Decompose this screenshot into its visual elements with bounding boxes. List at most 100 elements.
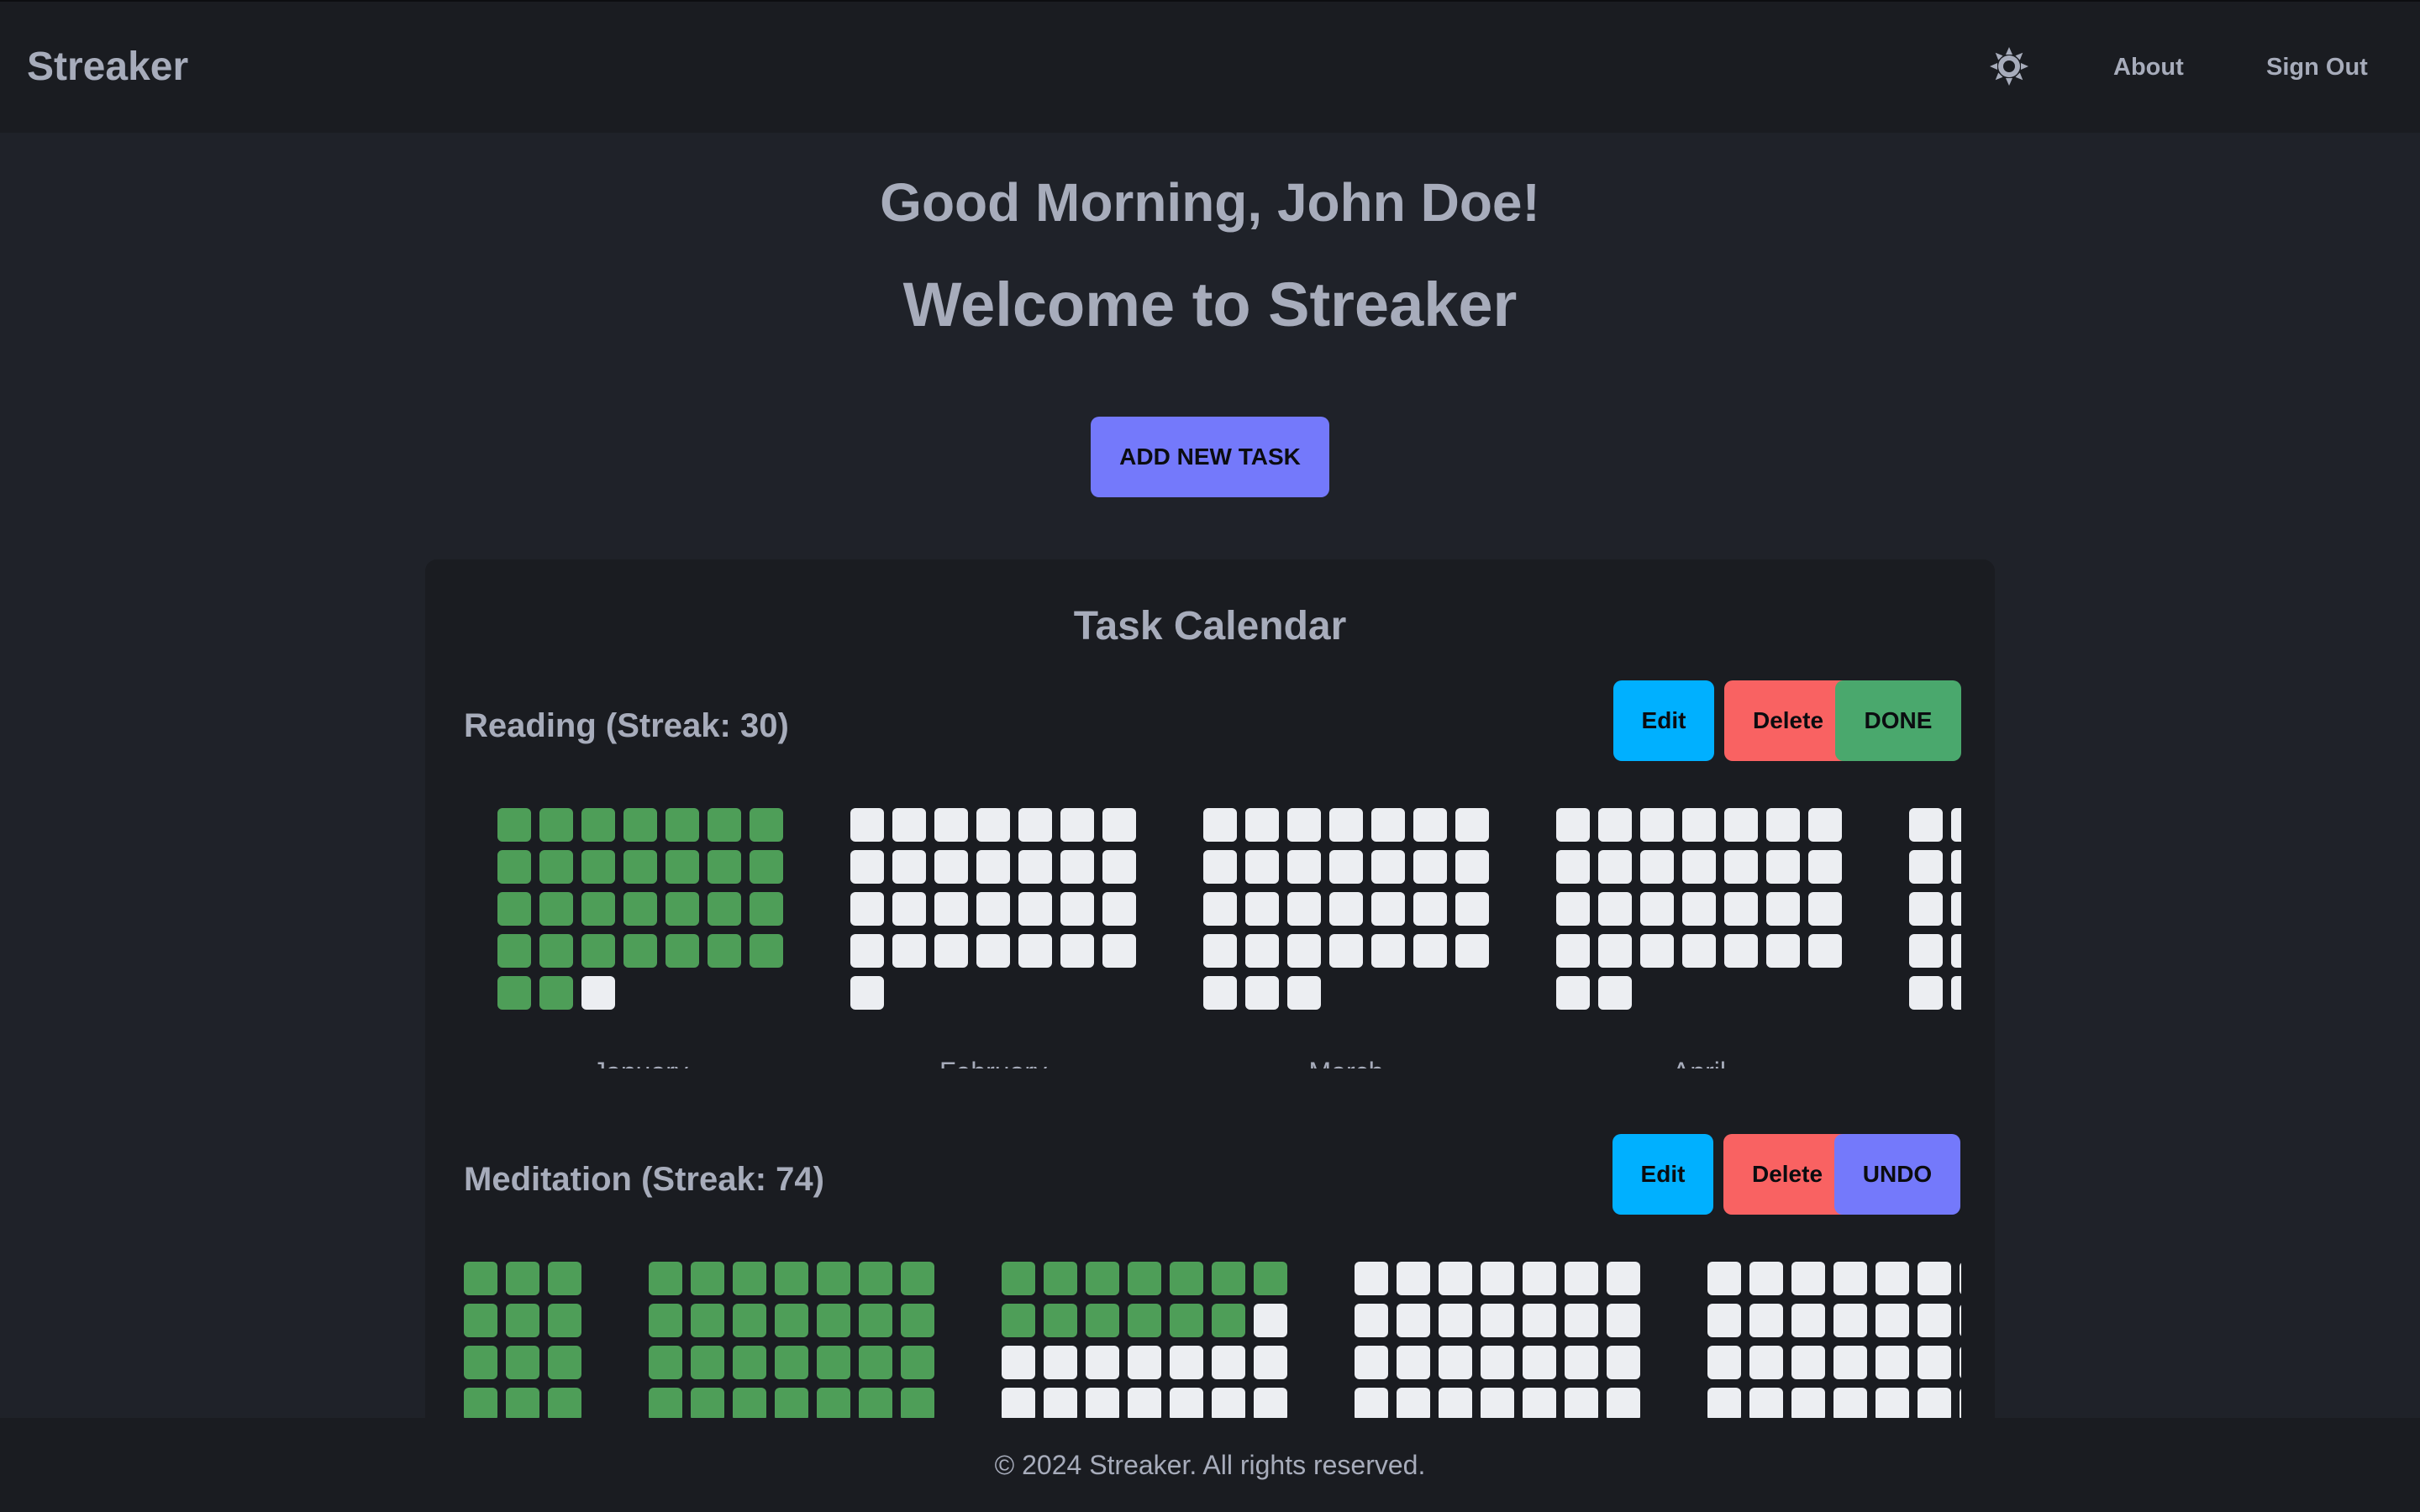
day-cell[interactable] [1413, 892, 1447, 926]
day-cell[interactable] [1909, 934, 1943, 968]
day-cell[interactable] [1791, 1388, 1825, 1421]
day-cell[interactable] [1909, 808, 1943, 842]
day-cell[interactable] [1212, 1388, 1245, 1421]
day-cell[interactable] [1960, 1346, 1961, 1379]
day-cell[interactable] [1329, 934, 1363, 968]
day-cell[interactable] [775, 1388, 808, 1421]
day-cell[interactable] [1791, 1262, 1825, 1295]
day-cell[interactable] [1455, 850, 1489, 884]
day-cell[interactable] [666, 892, 699, 926]
day-cell[interactable] [1607, 1388, 1640, 1421]
day-cell[interactable] [691, 1388, 724, 1421]
day-cell[interactable] [1565, 1346, 1598, 1379]
day-cell[interactable] [581, 850, 615, 884]
day-cell[interactable] [497, 808, 531, 842]
day-cell[interactable] [506, 1346, 539, 1379]
day-cell[interactable] [1128, 1262, 1161, 1295]
day-cell[interactable] [1951, 934, 1961, 968]
day-cell[interactable] [506, 1262, 539, 1295]
day-cell[interactable] [497, 892, 531, 926]
day-cell[interactable] [1060, 934, 1094, 968]
day-cell[interactable] [976, 808, 1010, 842]
day-cell[interactable] [1749, 1346, 1783, 1379]
day-cell[interactable] [623, 808, 657, 842]
day-cell[interactable] [1170, 1262, 1203, 1295]
day-cell[interactable] [1707, 1262, 1741, 1295]
day-cell[interactable] [1808, 934, 1842, 968]
day-cell[interactable] [1245, 976, 1279, 1010]
day-cell[interactable] [934, 850, 968, 884]
day-cell[interactable] [1707, 1388, 1741, 1421]
day-cell[interactable] [775, 1304, 808, 1337]
day-cell[interactable] [850, 850, 884, 884]
day-cell[interactable] [733, 1388, 766, 1421]
day-cell[interactable] [1876, 1304, 1909, 1337]
day-cell[interactable] [1212, 1346, 1245, 1379]
day-cell[interactable] [691, 1304, 724, 1337]
day-cell[interactable] [1960, 1304, 1961, 1337]
day-cell[interactable] [1060, 808, 1094, 842]
day-cell[interactable] [1707, 1346, 1741, 1379]
day-cell[interactable] [1254, 1304, 1287, 1337]
day-cell[interactable] [1833, 1346, 1867, 1379]
day-cell[interactable] [1724, 808, 1758, 842]
day-cell[interactable] [750, 934, 783, 968]
day-cell[interactable] [464, 1388, 497, 1421]
day-cell[interactable] [1128, 1388, 1161, 1421]
day-cell[interactable] [1682, 808, 1716, 842]
day-cell[interactable] [1749, 1262, 1783, 1295]
day-cell[interactable] [1556, 892, 1590, 926]
day-cell[interactable] [506, 1388, 539, 1421]
day-cell[interactable] [901, 1262, 934, 1295]
day-cell[interactable] [1439, 1262, 1472, 1295]
day-cell[interactable] [539, 976, 573, 1010]
day-cell[interactable] [649, 1262, 682, 1295]
day-cell[interactable] [1481, 1388, 1514, 1421]
day-cell[interactable] [901, 1388, 934, 1421]
day-cell[interactable] [1102, 808, 1136, 842]
day-cell[interactable] [1329, 850, 1363, 884]
day-cell[interactable] [1724, 934, 1758, 968]
day-cell[interactable] [1355, 1346, 1388, 1379]
day-cell[interactable] [1565, 1304, 1598, 1337]
day-cell[interactable] [859, 1346, 892, 1379]
day-cell[interactable] [1833, 1304, 1867, 1337]
day-cell[interactable] [1951, 808, 1961, 842]
day-cell[interactable] [1808, 892, 1842, 926]
day-cell[interactable] [1556, 934, 1590, 968]
day-cell[interactable] [1607, 1304, 1640, 1337]
day-cell[interactable] [1909, 850, 1943, 884]
day-cell[interactable] [666, 934, 699, 968]
day-cell[interactable] [750, 808, 783, 842]
day-cell[interactable] [859, 1388, 892, 1421]
day-cell[interactable] [1203, 850, 1237, 884]
day-cell[interactable] [1397, 1262, 1430, 1295]
day-cell[interactable] [1455, 892, 1489, 926]
day-cell[interactable] [750, 850, 783, 884]
day-cell[interactable] [1523, 1304, 1556, 1337]
day-cell[interactable] [934, 934, 968, 968]
day-cell[interactable] [1086, 1388, 1119, 1421]
day-cell[interactable] [539, 850, 573, 884]
day-cell[interactable] [1287, 850, 1321, 884]
day-cell[interactable] [1523, 1262, 1556, 1295]
day-cell[interactable] [1565, 1262, 1598, 1295]
day-cell[interactable] [464, 1346, 497, 1379]
day-cell[interactable] [1876, 1388, 1909, 1421]
day-cell[interactable] [1203, 976, 1237, 1010]
day-cell[interactable] [1254, 1388, 1287, 1421]
day-cell[interactable] [1371, 850, 1405, 884]
day-cell[interactable] [1766, 808, 1800, 842]
day-cell[interactable] [1245, 892, 1279, 926]
day-cell[interactable] [1212, 1304, 1245, 1337]
day-cell[interactable] [1791, 1304, 1825, 1337]
day-cell[interactable] [1044, 1262, 1077, 1295]
day-cell[interactable] [497, 850, 531, 884]
day-cell[interactable] [1329, 808, 1363, 842]
day-cell[interactable] [850, 808, 884, 842]
day-cell[interactable] [1556, 808, 1590, 842]
day-cell[interactable] [1960, 1262, 1961, 1295]
day-cell[interactable] [1598, 808, 1632, 842]
day-cell[interactable] [464, 1304, 497, 1337]
done-task-button[interactable]: DONE [1835, 680, 1961, 761]
